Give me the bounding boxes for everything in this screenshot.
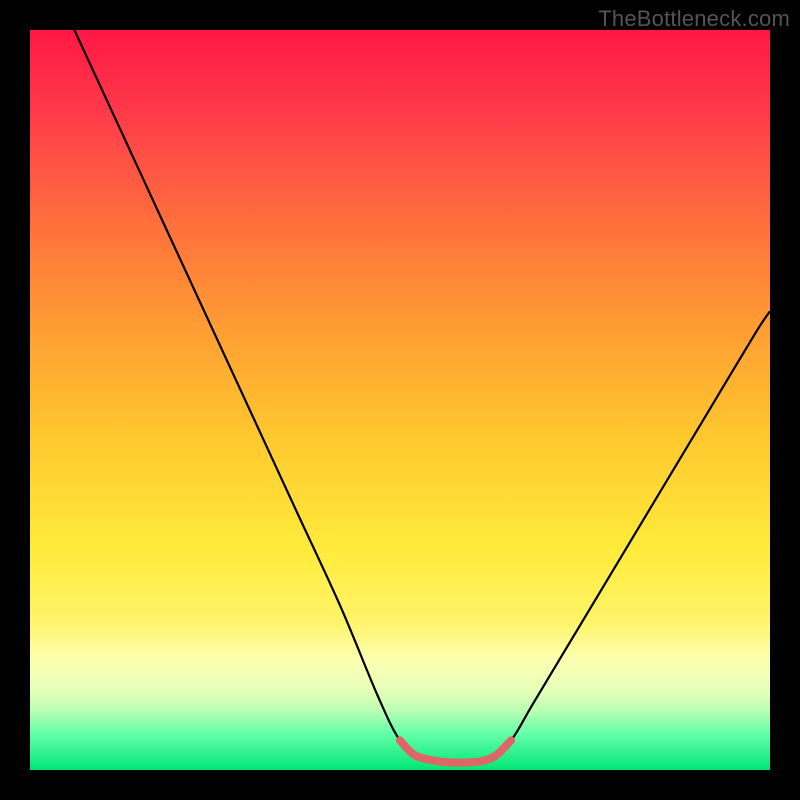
chart-frame: TheBottleneck.com — [0, 0, 800, 800]
watermark-text: TheBottleneck.com — [598, 6, 790, 32]
gradient-background — [30, 30, 770, 770]
plot-area — [30, 30, 770, 770]
chart-svg — [30, 30, 770, 770]
